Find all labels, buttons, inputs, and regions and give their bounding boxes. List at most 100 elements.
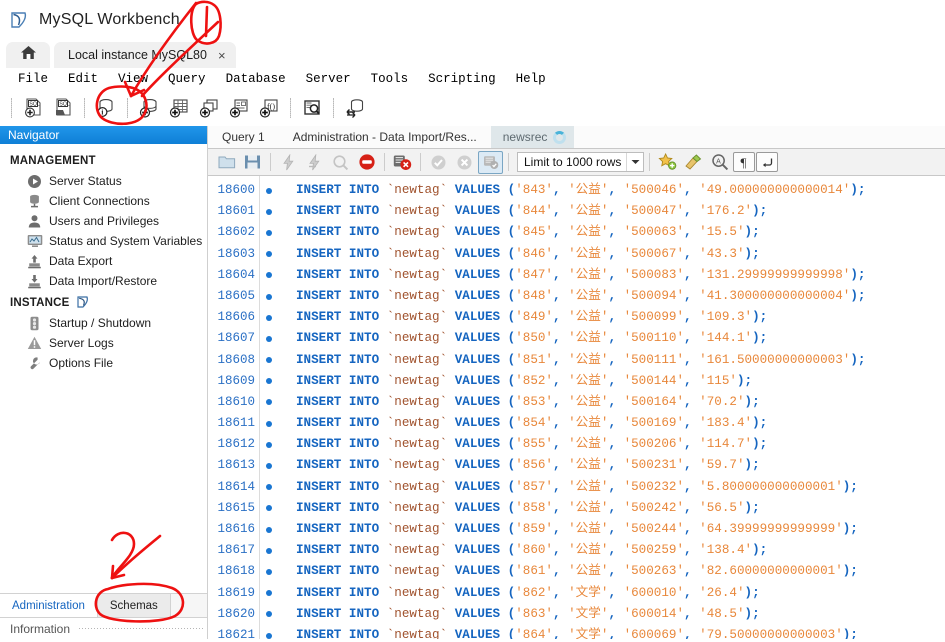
menu-item-database[interactable]: Database (216, 72, 296, 86)
statement-marker[interactable] (260, 222, 278, 243)
sql-statement-line[interactable]: INSERT INTO `newtag` VALUES ('858', '公益'… (296, 498, 945, 519)
sidebar-tab-administration[interactable]: Administration (0, 594, 97, 617)
menu-item-edit[interactable]: Edit (58, 72, 108, 86)
create-new-function-icon[interactable]: f() (255, 94, 283, 122)
create-new-procedure-icon[interactable] (225, 94, 253, 122)
sidebar-item-options-file[interactable]: Options File (0, 353, 207, 372)
sidebar-item-server-logs[interactable]: Server Logs (0, 333, 207, 353)
explain-statement-icon[interactable] (328, 151, 353, 174)
sql-statement-line[interactable]: INSERT INTO `newtag` VALUES ('853', '公益'… (296, 392, 945, 413)
open-sql-script-icon[interactable]: SQL (49, 94, 77, 122)
connect-to-database-icon[interactable]: i (92, 94, 120, 122)
statement-marker[interactable] (260, 583, 278, 604)
menu-item-query[interactable]: Query (158, 72, 216, 86)
sidebar-item-client-connections[interactable]: Client Connections (0, 191, 207, 211)
statement-marker[interactable] (260, 477, 278, 498)
navigator-content[interactable]: MANAGEMENT Server Status Client Connecti… (0, 144, 207, 372)
new-sql-tab-icon[interactable]: SQL (19, 94, 47, 122)
chevron-down-icon[interactable] (626, 153, 643, 171)
home-tab[interactable] (6, 42, 50, 68)
statement-marker[interactable] (260, 244, 278, 265)
statement-marker[interactable] (260, 392, 278, 413)
create-new-table-icon[interactable] (165, 94, 193, 122)
limit-rows-dropdown[interactable]: Limit to 1000 rows (517, 152, 645, 172)
search-data-icon[interactable] (298, 94, 326, 122)
execute-current-statement-icon[interactable] (302, 151, 327, 174)
beautify-sql-icon[interactable] (681, 151, 706, 174)
save-script-icon[interactable] (240, 151, 265, 174)
statement-marker[interactable] (260, 328, 278, 349)
statement-marker[interactable] (260, 455, 278, 476)
statement-marker[interactable] (260, 286, 278, 307)
menu-item-server[interactable]: Server (296, 72, 361, 86)
statement-marker[interactable] (260, 307, 278, 328)
open-script-icon[interactable] (214, 151, 239, 174)
reconnect-to-dbms-icon[interactable] (341, 94, 369, 122)
sql-statements[interactable]: INSERT INTO `newtag` VALUES ('843', '公益'… (278, 176, 945, 639)
close-icon[interactable]: × (218, 49, 226, 62)
sql-statement-line[interactable]: INSERT INTO `newtag` VALUES ('850', '公益'… (296, 328, 945, 349)
toggle-invisible-chars-icon[interactable]: ¶ (733, 152, 756, 172)
statement-marker[interactable] (260, 498, 278, 519)
statement-marker[interactable] (260, 201, 278, 222)
sql-statement-line[interactable]: INSERT INTO `newtag` VALUES ('864', '文学'… (296, 625, 945, 639)
add-snippet-star-icon[interactable] (655, 151, 680, 174)
sql-statement-line[interactable]: INSERT INTO `newtag` VALUES ('857', '公益'… (296, 477, 945, 498)
sql-statement-line[interactable]: INSERT INTO `newtag` VALUES ('863', '文学'… (296, 604, 945, 625)
sql-statement-line[interactable]: INSERT INTO `newtag` VALUES ('845', '公益'… (296, 222, 945, 243)
statement-marker[interactable] (260, 604, 278, 625)
sidebar-tab-schemas[interactable]: Schemas (96, 594, 171, 617)
menu-item-tools[interactable]: Tools (361, 72, 419, 86)
rollback-transaction-icon[interactable] (452, 151, 477, 174)
sidebar-item-server-status[interactable]: Server Status (0, 171, 207, 191)
statement-marker[interactable] (260, 625, 278, 639)
stop-on-error-toggle-icon[interactable] (390, 151, 415, 174)
menu-item-scripting[interactable]: Scripting (418, 72, 506, 86)
sql-statement-line[interactable]: INSERT INTO `newtag` VALUES ('859', '公益'… (296, 519, 945, 540)
sidebar-item-status-and-system-variables[interactable]: Status and System Variables (0, 231, 207, 251)
statement-marker[interactable] (260, 540, 278, 561)
stop-execution-icon[interactable] (354, 151, 379, 174)
sql-statement-line[interactable]: INSERT INTO `newtag` VALUES ('852', '公益'… (296, 371, 945, 392)
connection-tab-local-instance[interactable]: Local instance MySQL80 × (54, 42, 236, 68)
menu-item-view[interactable]: View (108, 72, 158, 86)
sql-statement-line[interactable]: INSERT INTO `newtag` VALUES ('854', '公益'… (296, 413, 945, 434)
sql-statement-line[interactable]: INSERT INTO `newtag` VALUES ('860', '公益'… (296, 540, 945, 561)
sql-statement-line[interactable]: INSERT INTO `newtag` VALUES ('855', '公益'… (296, 434, 945, 455)
statement-marker[interactable] (260, 180, 278, 201)
sql-statement-line[interactable]: INSERT INTO `newtag` VALUES ('849', '公益'… (296, 307, 945, 328)
sql-code-area[interactable]: 18600 18601 18602 18603 18604 18605 18606 18607… (208, 176, 945, 639)
find-icon[interactable]: A (707, 151, 732, 174)
sql-statement-line[interactable]: INSERT INTO `newtag` VALUES ('851', '公益'… (296, 350, 945, 371)
statement-marker[interactable] (260, 371, 278, 392)
statement-marker[interactable] (260, 350, 278, 371)
sql-statement-line[interactable]: INSERT INTO `newtag` VALUES ('843', '公益'… (296, 180, 945, 201)
statement-marker[interactable] (260, 265, 278, 286)
editor-tab-newsrec[interactable]: newsrec (490, 126, 575, 148)
sql-statement-line[interactable]: INSERT INTO `newtag` VALUES ('848', '公益'… (296, 286, 945, 307)
sidebar-item-users-and-privileges[interactable]: Users and Privileges (0, 211, 207, 231)
execute-statement-icon[interactable] (276, 151, 301, 174)
sql-statement-line[interactable]: INSERT INTO `newtag` VALUES ('847', '公益'… (296, 265, 945, 286)
sql-statement-line[interactable]: INSERT INTO `newtag` VALUES ('862', '文学'… (296, 583, 945, 604)
sidebar-item-data-export[interactable]: Data Export (0, 251, 207, 271)
statement-marker[interactable] (260, 519, 278, 540)
statement-marker[interactable] (260, 434, 278, 455)
sql-statement-line[interactable]: INSERT INTO `newtag` VALUES ('844', '公益'… (296, 201, 945, 222)
toggle-wrapping-icon[interactable] (756, 152, 779, 172)
menu-item-help[interactable]: Help (506, 72, 556, 86)
menu-item-file[interactable]: File (8, 72, 58, 86)
sql-statement-line[interactable]: INSERT INTO `newtag` VALUES ('861', '公益'… (296, 561, 945, 582)
sidebar-item-data-import-restore[interactable]: Data Import/Restore (0, 271, 207, 291)
statement-marker[interactable] (260, 561, 278, 582)
create-new-view-icon[interactable] (195, 94, 223, 122)
statement-marker[interactable] (260, 413, 278, 434)
create-new-schema-icon[interactable] (135, 94, 163, 122)
toggle-autocommit-icon[interactable] (478, 150, 503, 174)
editor-tab-data-import-restore[interactable]: Administration - Data Import/Res... (279, 126, 491, 148)
editor-tab-query-1[interactable]: Query 1 (208, 126, 279, 148)
sidebar-item-startup-shutdown[interactable]: Startup / Shutdown (0, 313, 207, 333)
commit-transaction-icon[interactable] (426, 151, 451, 174)
sql-statement-line[interactable]: INSERT INTO `newtag` VALUES ('856', '公益'… (296, 455, 945, 476)
sql-statement-line[interactable]: INSERT INTO `newtag` VALUES ('846', '公益'… (296, 244, 945, 265)
